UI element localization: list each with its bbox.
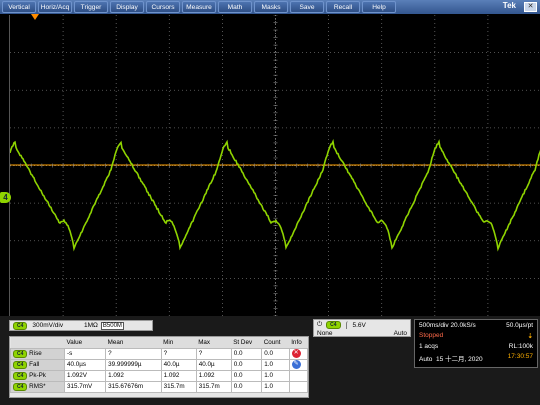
table-header-row: Value Mean Min Max St Dev Count Info [11,337,308,348]
measurement-count: 1.0 [262,370,289,381]
measurement-min: 315.7m [161,381,196,392]
measurement-stdev: 0.0 [231,348,262,359]
menu-math[interactable]: Math [218,1,252,13]
delete-icon[interactable]: ✕ [292,349,301,358]
acquisition-count: 1 acqs [419,343,438,350]
measurement-name: Pk-Pk [29,372,46,379]
channel-badge: C4 [13,383,27,391]
channel-badge: C4 [13,322,27,330]
menu-recall[interactable]: Recall [326,1,360,13]
vertical-scale: 300mV/div [32,322,63,329]
input-settings: 1MΩ B500M [84,320,159,331]
measurements-table: Value Mean Min Max St Dev Count Info C4 … [9,336,309,398]
time-per-point: 50.0µs/pt [506,322,533,329]
date: 15 十二月, 2020 [436,356,483,363]
menu-help[interactable]: Help [362,1,396,13]
measurement-mean: 315.67676m [106,381,161,392]
measurement-name: Rise [29,350,42,357]
menu-horiz-acq[interactable]: Horiz/Acq [38,1,72,13]
record-length: RL:100k [509,343,533,350]
trigger-source-badge: C4 [326,321,340,329]
table-row[interactable]: C4 RMS* 315.7mV 315.67676m 315.7m 315.7m… [11,381,308,392]
trigger-readout[interactable]: ⏻ C4 ⌠ 5.6V None Auto [313,319,411,337]
table-row[interactable]: C4 Pk-Pk 1.092V 1.092 1.092 1.092 0.0 1.… [11,370,308,381]
channel-badge: C4 [13,361,27,369]
column-header: Mean [106,337,161,348]
measurement-max: 1.092 [196,370,231,381]
menu-masks[interactable]: Masks [254,1,288,13]
column-header: Count [262,337,289,348]
clock-time: 17:30:57 [508,353,533,363]
menu-trigger[interactable]: Trigger [74,1,108,13]
column-header: Max [196,337,231,348]
menu-bar: Vertical Horiz/Acq Trigger Display Curso… [0,0,540,14]
acquisition-status: Stopped [419,332,443,340]
trigger-level: 5.6V [353,322,366,329]
measurement-min: ? [161,348,196,359]
menu-measure[interactable]: Measure [182,1,216,13]
measurement-min: 1.092 [161,370,196,381]
bandwidth-value: 500M [107,323,122,329]
measurement-mean: 39.999999µ [106,359,161,370]
bandwidth-limit-box: B500M [101,322,124,330]
trigger-status-icon: ⇣ [528,332,533,340]
rising-edge-icon: ⌠ [345,322,349,329]
brand-logo: Tek [503,1,516,10]
menu-vertical[interactable]: Vertical [2,1,36,13]
measurement-value: 40.0µs [65,359,106,370]
measurement-name: RMS* [29,383,45,390]
graticule [10,15,540,316]
measurement-value: 315.7mV [65,381,106,392]
measurement-mean: 1.092 [106,370,161,381]
menu-cursors[interactable]: Cursors [146,1,180,13]
channel-badge: C4 [13,350,27,358]
menu-save[interactable]: Save [290,1,324,13]
table-row[interactable]: C4 Rise -s ? ? ? 0.0 0.0 ✕ [11,348,308,359]
trigger-type-icon: ⏻ [317,321,322,329]
measurement-count: 1.0 [262,381,289,392]
channel-badge: C4 [13,372,27,380]
measurement-max: 40.0µ [196,359,231,370]
column-header: Min [161,337,196,348]
column-header [11,337,65,348]
measurement-name: Fall [29,361,39,368]
measurement-stdev: 0.0 [231,359,262,370]
measurement-max: ? [196,348,231,359]
measurement-stdev: 0.0 [231,370,262,381]
trigger-position-marker[interactable] [31,14,39,20]
trigger-mode: Auto [394,330,407,337]
sample-rate: 20.0kS/s [450,322,475,329]
measurement-min: 40.0µ [161,359,196,370]
measurement-count: 0.0 [262,348,289,359]
status-panel: C4 300mV/div 1MΩ B500M ⏻ C4 ⌠ 5.6V None … [0,316,540,405]
input-impedance: 1MΩ [84,322,98,329]
measurement-mean: ? [106,348,161,359]
waveform-display [9,15,540,316]
close-icon[interactable]: ✕ [524,2,537,12]
menu-display[interactable]: Display [110,1,144,13]
measurement-stdev: 0.0 [231,381,262,392]
measurement-value: -s [65,348,106,359]
channel-4-ground-marker[interactable]: 4 [0,192,11,203]
horizontal-readout[interactable]: 500ms/div 20.0kS/s 50.0µs/pt Stopped ⇣ 1… [414,319,538,368]
run-mode: Auto [419,356,432,363]
table-row[interactable]: C4 Fall 40.0µs 39.999999µ 40.0µ 40.0µ 0.… [11,359,308,370]
timebase: 500ms/div [419,322,449,329]
column-header: St Dev [231,337,262,348]
edit-icon[interactable]: ✎ [292,360,301,369]
trigger-coupling: None [317,330,333,337]
measurement-count: 1.0 [262,359,289,370]
measurement-max: 315.7m [196,381,231,392]
measurement-value: 1.092V [65,370,106,381]
column-header: Info [289,337,307,348]
column-header: Value [65,337,106,348]
